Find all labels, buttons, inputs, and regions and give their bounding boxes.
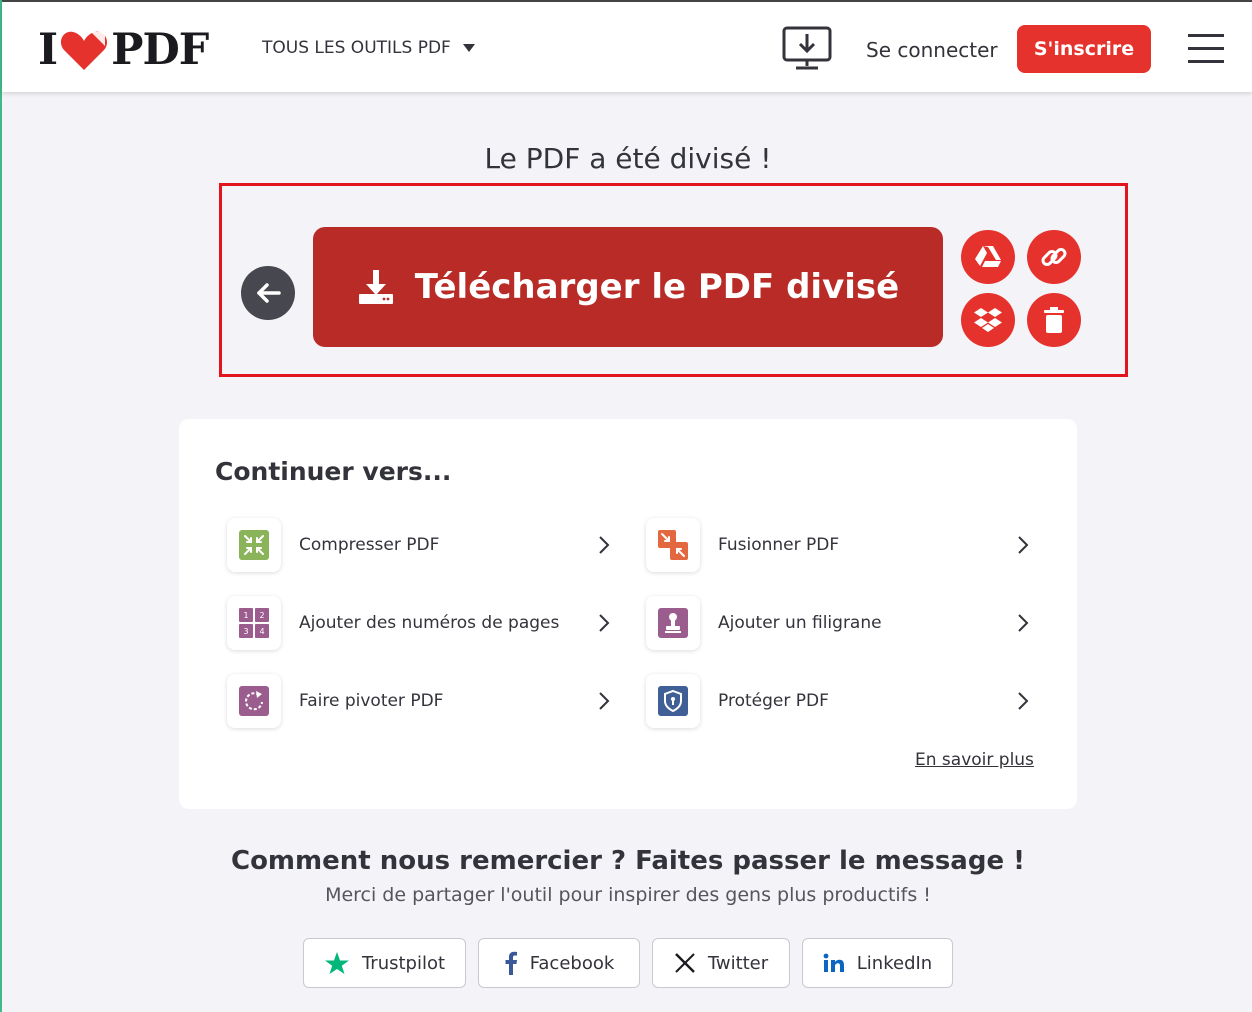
all-tools-dropdown[interactable]: TOUS LES OUTILS PDF xyxy=(262,38,475,58)
ilovepdf-logo[interactable]: I PDF xyxy=(38,25,209,75)
continue-title: Continuer vers... xyxy=(215,457,452,486)
all-tools-label: TOUS LES OUTILS PDF xyxy=(262,38,451,58)
login-link[interactable]: Se connecter xyxy=(866,38,998,62)
tool-icon-frame xyxy=(646,596,700,650)
chevron-right-icon xyxy=(1018,614,1029,632)
download-icon xyxy=(358,270,393,304)
svg-text:2: 2 xyxy=(259,611,264,620)
chevron-right-icon xyxy=(599,614,610,632)
share-linkedin-button[interactable]: LinkedIn xyxy=(802,938,953,988)
trustpilot-star-icon xyxy=(324,952,349,974)
chevron-right-icon xyxy=(599,692,610,710)
result-title: Le PDF a été divisé ! xyxy=(484,142,772,175)
link-icon xyxy=(1041,248,1067,266)
tool-merge-pdf[interactable]: Fusionner PDF xyxy=(646,517,1030,573)
share-twitter-button[interactable]: Twitter xyxy=(652,938,790,988)
arrow-left-icon xyxy=(257,283,281,303)
tool-icon-frame xyxy=(646,518,700,572)
rotate-icon xyxy=(239,686,269,716)
tool-label: Compresser PDF xyxy=(299,535,440,555)
tool-protect-pdf[interactable]: Protéger PDF xyxy=(646,673,1030,729)
twitter-label: Twitter xyxy=(707,952,769,974)
logo-text-i: I xyxy=(38,25,58,75)
tool-rotate-pdf[interactable]: Faire pivoter PDF xyxy=(227,673,611,729)
delete-button[interactable] xyxy=(1027,293,1081,347)
tool-add-watermark[interactable]: Ajouter un filigrane xyxy=(646,595,1030,651)
tool-icon-frame xyxy=(646,674,700,728)
dropbox-icon xyxy=(974,308,1002,332)
download-split-pdf-button[interactable]: Télécharger le PDF divisé xyxy=(313,227,943,347)
chevron-right-icon xyxy=(599,536,610,554)
learn-more-link[interactable]: En savoir plus xyxy=(915,750,1034,770)
top-navbar: I PDF TOUS LES OUTILS PDF Se connecter S… xyxy=(2,0,1252,92)
tool-label: Faire pivoter PDF xyxy=(299,691,444,711)
trustpilot-label: Trustpilot xyxy=(361,952,446,974)
google-drive-icon xyxy=(975,246,1001,267)
x-twitter-icon xyxy=(674,953,695,973)
dropbox-button[interactable] xyxy=(961,293,1015,347)
thanks-subtitle: Merci de partager l'outil pour inspirer … xyxy=(325,884,931,906)
linkedin-icon xyxy=(823,953,844,972)
svg-text:1: 1 xyxy=(243,611,248,620)
share-trustpilot-button[interactable]: Trustpilot xyxy=(303,938,466,988)
svg-text:3: 3 xyxy=(243,627,248,636)
chevron-right-icon xyxy=(1018,692,1029,710)
chevron-right-icon xyxy=(1018,536,1029,554)
tool-compress-pdf[interactable]: Compresser PDF xyxy=(227,517,611,573)
facebook-label: Facebook xyxy=(529,952,615,974)
tool-label: Fusionner PDF xyxy=(718,535,840,555)
tool-label: Ajouter des numéros de pages xyxy=(299,613,560,633)
tool-icon-frame: 1 2 3 4 xyxy=(227,596,281,650)
page-numbers-icon: 1 2 3 4 xyxy=(239,608,269,638)
caret-down-icon xyxy=(462,44,475,52)
signup-button[interactable]: S'inscrire xyxy=(1017,25,1151,73)
compress-icon xyxy=(239,530,269,560)
svg-text:4: 4 xyxy=(259,627,264,636)
logo-text-pdf: PDF xyxy=(111,25,209,75)
tool-icon-frame xyxy=(227,518,281,572)
tool-label: Ajouter un filigrane xyxy=(718,613,882,633)
facebook-icon xyxy=(505,951,517,975)
back-button[interactable] xyxy=(241,266,295,320)
linkedin-label: LinkedIn xyxy=(856,952,933,974)
tool-add-page-numbers[interactable]: 1 2 3 4 Ajouter des numéros de pages xyxy=(227,595,611,651)
trash-icon xyxy=(1044,307,1064,333)
continue-card: Continuer vers... Compresser PDF Fusionn… xyxy=(179,419,1077,809)
copy-link-button[interactable] xyxy=(1027,230,1081,284)
tool-label: Protéger PDF xyxy=(718,691,829,711)
hamburger-menu-icon[interactable] xyxy=(1188,34,1226,64)
watermark-icon xyxy=(658,608,688,638)
tool-icon-frame xyxy=(227,674,281,728)
merge-icon xyxy=(658,530,688,560)
share-facebook-button[interactable]: Facebook xyxy=(478,938,640,988)
desktop-download-icon[interactable] xyxy=(782,26,832,72)
thanks-title: Comment nous remercier ? Faites passer l… xyxy=(230,846,1025,876)
heart-logo-icon xyxy=(61,31,108,70)
download-label: Télécharger le PDF divisé xyxy=(414,267,900,307)
protect-icon xyxy=(658,686,688,716)
google-drive-button[interactable] xyxy=(961,230,1015,284)
